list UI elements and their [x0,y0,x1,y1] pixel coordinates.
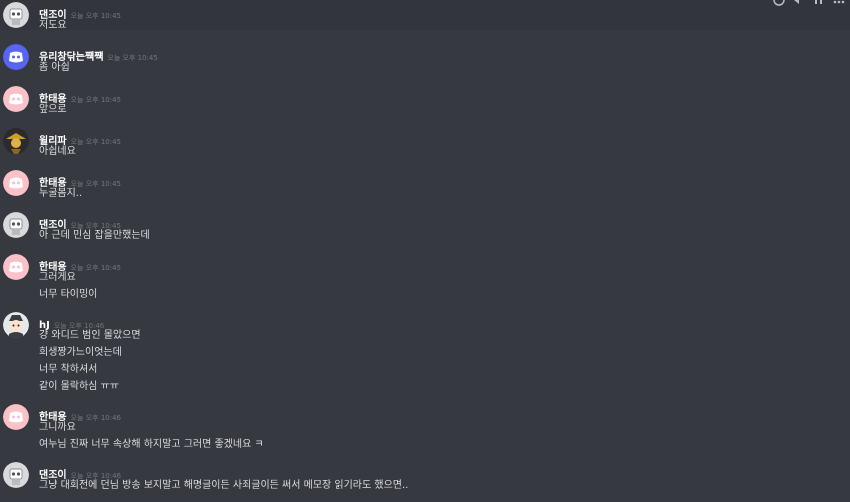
message-text: 걍 와디드 범인 몰았으면 [39,330,141,341]
message-text: 아쉽네요 [39,146,76,157]
avatar[interactable] [3,254,29,280]
message-text: 그니까요 [39,422,76,433]
message-group[interactable]: 한태용 오늘 오후 10:45 누굴봄지.. [0,170,850,202]
message-group[interactable]: 댄조이 오늘 오후 10:45 저도요 [0,2,850,34]
message-text: 희생짱가느이엇는데 [39,347,122,358]
message-group[interactable]: 한태용 오늘 오후 10:46 그니까요 여누님 진짜 너무 속상해 하지말고 그러면… [0,404,850,453]
avatar[interactable] [3,170,29,196]
message-text: 그러게요 [39,272,76,283]
message-text: 너무 타이밍이 [39,289,98,300]
message-text: 아 근데 민심 잡을만했는데 [39,230,150,241]
message-group[interactable]: 한태용 오늘 오후 10:45 앞으로 [0,86,850,118]
message-group[interactable]: 댄조이 오늘 오후 10:46 그냥 대회전에 던님 방송 보지말고 해명글이든 사… [0,462,850,494]
message-timestamp: 오늘 오후 10:45 [70,96,121,104]
chat-message-list[interactable]: 댄조이 오늘 오후 10:45 저도요 유리창닦는쨱쨱 오늘 오후 10:45 좀 아쉽 한… [0,0,850,502]
avatar[interactable] [3,462,29,488]
message-group[interactable]: 윌리파 오늘 오후 10:45 아쉽네요 [0,128,850,160]
message-text: 여누님 진짜 너무 속상해 하지말고 그러면 좋겠네요 ㅋ [39,439,264,450]
message-group[interactable]: 댄조이 오늘 오후 10:45 아 근데 민심 잡을만했는데 [0,212,850,244]
message-group[interactable]: 유리창닦는쨱쨱 오늘 오후 10:45 좀 아쉽 [0,44,850,76]
create-thread-icon[interactable] [812,0,826,6]
message-text: 누굴봄지.. [39,188,83,199]
reply-icon[interactable] [792,0,806,6]
message-timestamp: 오늘 오후 10:45 [70,12,121,20]
message-text: 같이 몰락하심 ㅠㅠ [39,381,119,392]
avatar[interactable] [3,86,29,112]
avatar[interactable] [3,312,29,338]
avatar[interactable] [3,404,29,430]
avatar[interactable] [3,212,29,238]
avatar[interactable] [3,128,29,154]
message-text: 좀 아쉽 [39,62,70,73]
message-timestamp: 오늘 오후 10:46 [70,414,121,422]
avatar[interactable] [3,2,29,28]
message-timestamp: 오늘 오후 10:45 [70,138,121,146]
message-text: 너무 착하셔서 [39,364,98,375]
message-text: 앞으로 [39,104,67,115]
message-group[interactable]: 한태용 오늘 오후 10:45 그러게요 너무 타이밍이 [0,254,850,303]
more-options-icon[interactable] [832,0,846,6]
message-text: 그냥 대회전에 던님 방송 보지말고 해명글이든 사죄글이든 써서 메모장 읽기… [39,480,409,491]
message-text: 저도요 [39,20,67,31]
add-reaction-icon[interactable] [772,0,786,6]
message-timestamp: 오늘 오후 10:45 [70,264,121,272]
message-timestamp: 오늘 오후 10:45 [107,54,158,62]
message-group[interactable]: hJ 오늘 오후 10:46 걍 와디드 범인 몰았으면 희생짱가느이엇는데 너무 착하… [0,312,850,395]
message-hover-toolbar [772,0,846,6]
avatar[interactable] [3,44,29,70]
